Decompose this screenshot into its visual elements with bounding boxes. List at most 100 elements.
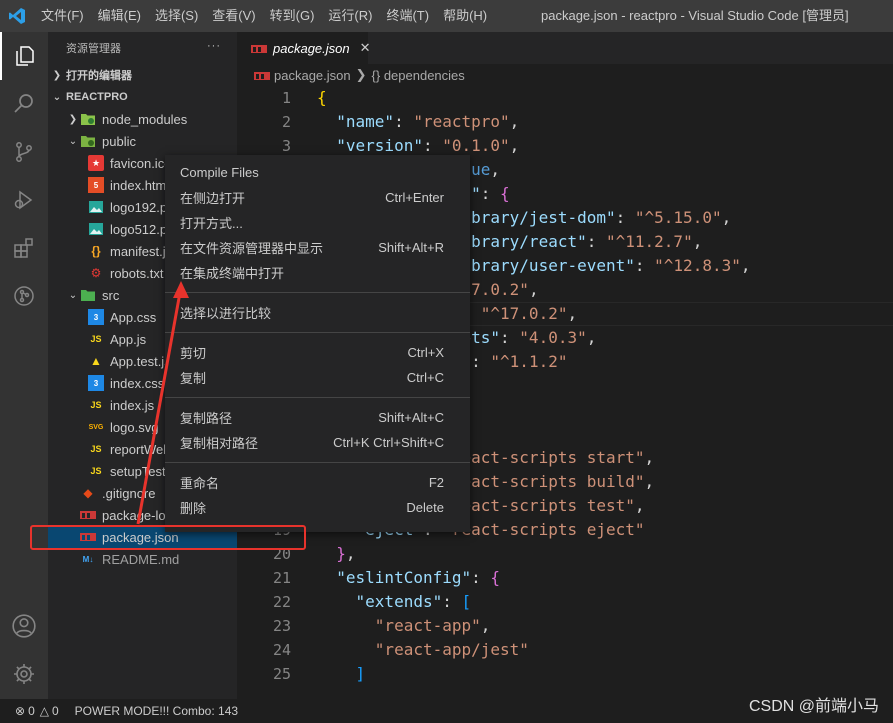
- problems-indicator[interactable]: ⊗ 0 △ 0: [15, 704, 59, 718]
- close-icon[interactable]: ✕: [360, 40, 371, 56]
- menu-item-open-to-side[interactable]: 在侧边打开 Ctrl+Enter: [165, 185, 470, 210]
- code-line: "name": "reactpro",: [336, 112, 520, 131]
- line-number: 24: [272, 641, 291, 659]
- open-editors-label: 打开的编辑器: [66, 70, 132, 82]
- menu-item-shortcut: Ctrl+Enter: [385, 190, 444, 205]
- menu-item-compile-files[interactable]: Compile Files: [165, 160, 470, 185]
- error-count: 0: [28, 704, 35, 718]
- menu-item-open-with[interactable]: 打开方式...: [165, 210, 470, 235]
- menu-item-rename[interactable]: 重命名 F2: [165, 470, 470, 495]
- editor-tab-bar: package.json ✕: [237, 32, 893, 64]
- js-file-icon: JS: [90, 444, 102, 454]
- json-braces-icon: {}: [91, 244, 101, 258]
- power-mode-status[interactable]: POWER MODE!!! Combo: 143: [75, 704, 238, 718]
- menu-item-label: 删除: [180, 501, 207, 516]
- menu-go[interactable]: 转到(G): [263, 0, 322, 32]
- code-line: "extends": [: [355, 592, 472, 611]
- source-control-icon[interactable]: [0, 128, 48, 176]
- git-graph-icon[interactable]: [0, 272, 48, 320]
- breadcrumb-file[interactable]: package.json: [274, 68, 351, 83]
- project-label: REACTPRO: [66, 91, 128, 103]
- code-line: "react-app",: [374, 616, 491, 635]
- tree-item-readme[interactable]: M↓ README.md: [48, 548, 237, 570]
- menu-edit[interactable]: 编辑(E): [91, 0, 148, 32]
- menu-item-delete[interactable]: 删除 Delete: [165, 495, 470, 520]
- tree-item-label: index.js: [110, 397, 155, 413]
- code-line: },: [336, 544, 356, 563]
- menu-terminal[interactable]: 终端(T): [379, 0, 436, 32]
- menu-item-shortcut: Shift+Alt+R: [378, 240, 444, 255]
- menu-item-open-in-terminal[interactable]: 在集成终端中打开: [165, 260, 470, 285]
- markdown-file-icon: M↓: [82, 554, 94, 564]
- menu-separator: [165, 397, 470, 398]
- menu-item-shortcut: Ctrl+X: [407, 345, 444, 360]
- menu-item-reveal-in-explorer[interactable]: 在文件资源管理器中显示 Shift+Alt+R: [165, 235, 470, 260]
- vscode-logo-icon: [0, 0, 34, 32]
- more-actions-button[interactable]: ···: [207, 40, 221, 52]
- menu-item-copy-path[interactable]: 复制路径 Shift+Alt+C: [165, 405, 470, 430]
- chevron-down-icon: ⌄: [68, 135, 78, 147]
- tree-item-label: src: [102, 287, 120, 303]
- menu-view[interactable]: 查看(V): [205, 0, 262, 32]
- menu-item-label: 在侧边打开: [180, 191, 246, 206]
- open-editors-section[interactable]: ❯ 打开的编辑器: [48, 64, 237, 86]
- menu-item-shortcut: Delete: [406, 500, 444, 515]
- tree-item-label: robots.txt: [110, 265, 164, 281]
- menu-item-label: 复制相对路径: [180, 436, 259, 451]
- explorer-title: 资源管理器: [66, 43, 121, 55]
- activity-bar: [0, 32, 48, 699]
- js-file-icon: JS: [90, 334, 102, 344]
- tree-item-label: App.js: [110, 331, 147, 347]
- menu-run[interactable]: 运行(R): [321, 0, 379, 32]
- tree-item-node-modules[interactable]: ❯ node_modules: [48, 108, 237, 130]
- folder-public-icon: [80, 133, 96, 149]
- menu-item-copy[interactable]: 复制 Ctrl+C: [165, 365, 470, 390]
- menu-item-shortcut: Ctrl+K Ctrl+Shift+C: [333, 435, 444, 450]
- menu-item-shortcut: Ctrl+C: [406, 370, 444, 385]
- title-bar: 文件(F) 编辑(E) 选择(S) 查看(V) 转到(G) 运行(R) 终端(T…: [0, 0, 893, 32]
- robot-file-icon: ⚙: [90, 266, 102, 280]
- account-icon[interactable]: [0, 602, 48, 650]
- explorer-header: 资源管理器 ···: [48, 32, 237, 64]
- menu-item-label: Compile Files: [180, 165, 259, 180]
- line-number: 1: [281, 89, 291, 107]
- tab-package-json[interactable]: package.json ✕: [237, 32, 371, 64]
- menu-item-copy-relative-path[interactable]: 复制相对路径 Ctrl+K Ctrl+Shift+C: [165, 430, 470, 455]
- svg-file-icon: SVG: [88, 423, 104, 431]
- image-file-icon: [88, 221, 104, 237]
- test-file-icon: ▲: [90, 354, 102, 368]
- star-file-icon: ★: [88, 155, 104, 171]
- image-file-icon: [88, 199, 104, 215]
- menu-item-select-for-compare[interactable]: 选择以进行比较: [165, 300, 470, 325]
- code-line: {: [317, 88, 327, 107]
- explorer-icon[interactable]: [0, 32, 48, 80]
- css-file-icon: 3: [88, 375, 104, 391]
- code-line: "eslintConfig": {: [336, 568, 501, 587]
- breadcrumb-node[interactable]: {} dependencies: [372, 68, 465, 83]
- menu-selection[interactable]: 选择(S): [148, 0, 205, 32]
- npm-file-icon: [80, 507, 96, 523]
- line-number: 23: [272, 617, 291, 635]
- tree-item-label: App.test.js: [110, 353, 171, 369]
- extensions-icon[interactable]: [0, 224, 48, 272]
- chevron-down-icon: ⌄: [68, 289, 78, 301]
- tree-item-label: public: [102, 133, 136, 149]
- menu-file[interactable]: 文件(F): [34, 0, 91, 32]
- window-title: package.json - reactpro - Visual Studio …: [541, 8, 849, 23]
- menu-item-label: 重命名: [180, 476, 220, 491]
- run-debug-icon[interactable]: [0, 176, 48, 224]
- line-number: 21: [272, 569, 291, 587]
- search-icon[interactable]: [0, 80, 48, 128]
- tree-item-label: index.css: [110, 375, 165, 391]
- project-section[interactable]: ⌄ REACTPRO: [48, 86, 237, 108]
- menu-help[interactable]: 帮助(H): [436, 0, 494, 32]
- tree-item-public[interactable]: ⌄ public: [48, 130, 237, 152]
- context-menu: Compile Files 在侧边打开 Ctrl+Enter 打开方式... 在文…: [165, 155, 470, 532]
- menu-item-cut[interactable]: 剪切 Ctrl+X: [165, 340, 470, 365]
- git-file-icon: ◆: [83, 486, 93, 500]
- menu-item-shortcut: F2: [428, 475, 444, 490]
- tree-item-label: logo.svg: [110, 419, 159, 435]
- tab-label: package.json: [273, 40, 350, 56]
- menu-item-label: 剪切: [180, 346, 207, 361]
- settings-gear-icon[interactable]: [0, 650, 48, 698]
